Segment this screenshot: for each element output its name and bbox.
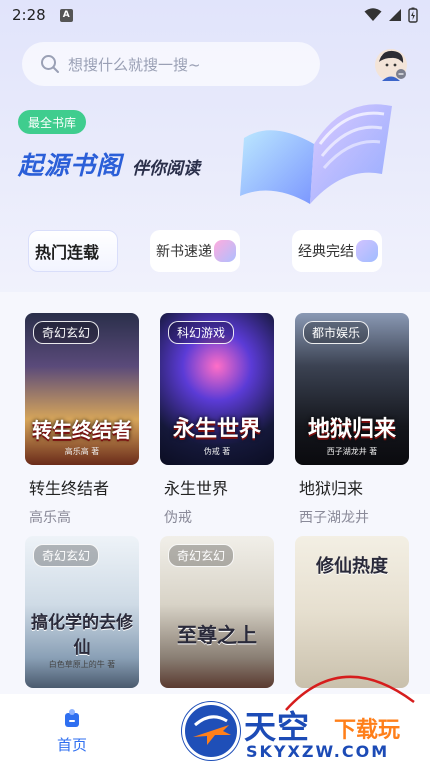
book-title[interactable]: 转生终结者 [25,475,139,499]
cover-title: 搞化学的去修仙 [31,613,133,658]
genre-tag: 都市娱乐 [303,321,370,344]
library-badge: 最全书库 [18,110,87,134]
tab-new-books-label: 新书速递 [156,244,212,260]
book-card[interactable]: 奇幻玄幻 转生终结者 高乐高 著 转生终结者 高乐高 [25,313,139,527]
book-author: 伪戒 [164,510,192,526]
genre-tag: 奇幻玄幻 [33,544,100,567]
open-book-illustration [240,104,392,204]
brand-title: 起源书阁 [18,151,123,180]
book-cover[interactable]: 奇幻玄幻 搞化学的去修仙 白色草原上的牛 著 [25,536,139,688]
sparkle-icon [356,240,378,262]
watermark-subtitle: 下载玩 [334,718,401,743]
book-title[interactable]: 地狱归来 [295,475,409,499]
book-author: 西子湖龙井 [299,510,369,526]
book-cover[interactable]: 奇幻玄幻 至尊之上 [160,536,274,688]
cover-author: 伪戒 著 [203,447,231,456]
book-cover[interactable]: 都市娱乐 地狱归来 西子湖龙井 著 [295,313,409,465]
cover-author: 高乐高 著 [64,447,100,456]
tab-classic-completed-label: 经典完结 [298,244,354,260]
genre-tag: 科幻游戏 [168,321,235,344]
notification-icon: A [59,8,73,22]
book-title[interactable]: 永生世界 [160,475,274,499]
search-placeholder: 想搜什么就搜一搜~ [68,55,201,74]
book-card[interactable]: 都市娱乐 地狱归来 西子湖龙井 著 地狱归来 西子湖龙井 [295,313,409,527]
cover-author: 白色草原上的牛 著 [48,660,116,669]
genre-tag: 奇幻玄幻 [33,321,100,344]
search-bar[interactable]: 想搜什么就搜一搜~ [22,42,320,86]
signal-icon [389,9,401,21]
tab-new-books[interactable]: 新书速递 [150,230,240,272]
book-cover[interactable]: 科幻游戏 永生世界 伪戒 著 [160,313,274,465]
tab-classic-completed[interactable]: 经典完结 [292,230,382,272]
tab-hot-serial-label: 热门连载 [35,243,100,262]
book-cover[interactable]: 奇幻玄幻 转生终结者 高乐高 著 [25,313,139,465]
watermark: 天空 下载玩 SKYXZW.COM [182,700,430,764]
cover-author: 西子湖龙井 著 [326,447,378,456]
home-icon [65,709,79,727]
cover-title: 地狱归来 [307,417,396,442]
status-time: 2:28 [12,6,46,24]
brand-slogan: 伴你阅读 [132,159,201,179]
brand: 起源书阁 伴你阅读 [18,146,200,182]
battery-icon [408,7,418,23]
nav-home-label: 首页 [56,736,87,754]
watermark-logo-icon [182,702,240,760]
book-card[interactable]: 奇幻玄幻 至尊之上 [160,536,274,688]
status-icons [364,7,418,23]
book-author: 高乐高 [29,510,71,526]
nav-home[interactable]: 首页 [52,708,92,755]
genre-tag: 奇幻玄幻 [168,544,235,567]
watermark-url: SKYXZW.COM [246,742,390,761]
wifi-icon [364,8,382,21]
avatar[interactable] [374,48,408,82]
book-card[interactable]: 科幻游戏 永生世界 伪戒 著 永生世界 伪戒 [160,313,274,527]
cover-title: 至尊之上 [177,623,257,647]
cover-title: 永生世界 [172,417,261,442]
sparkle-icon [214,240,236,262]
tab-hot-serial[interactable]: 热门连载 [28,230,118,272]
book-card[interactable]: 奇幻玄幻 搞化学的去修仙 白色草原上的牛 著 [25,536,139,688]
status-bar: 2:28 A [0,0,430,30]
cover-title: 修仙热度 [316,556,388,577]
cover-title: 转生终结者 [32,418,132,442]
search-icon [41,55,59,73]
